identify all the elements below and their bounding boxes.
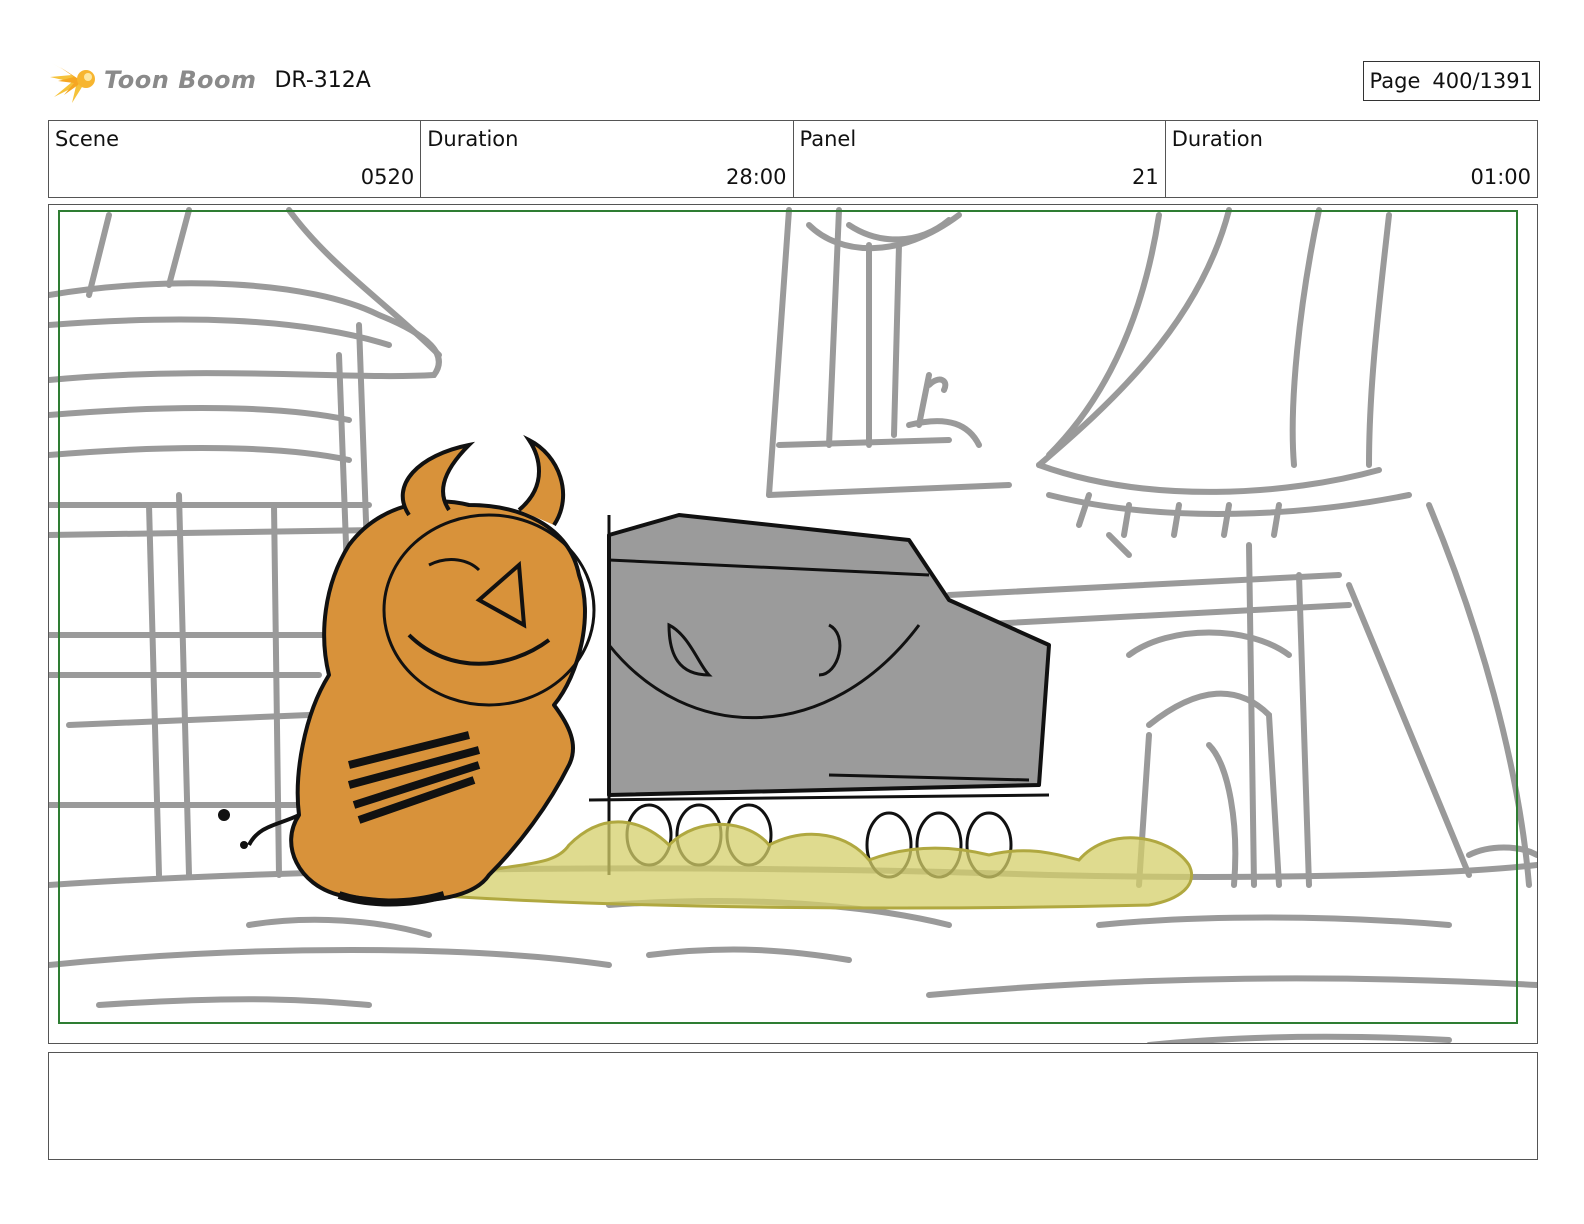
panel-number: 21 (1132, 165, 1159, 189)
panel-duration-cell: Duration 01:00 (1166, 121, 1537, 197)
scene-duration-label: Duration (427, 127, 519, 151)
storyboard-sketch (49, 207, 1537, 1043)
page-label: Page (1369, 69, 1421, 93)
starburst-logo-icon (50, 63, 95, 103)
dust-cloud (424, 820, 1193, 910)
page-indicator: Page 400/1391 (1362, 61, 1540, 101)
panel-cell: Panel 21 (794, 121, 1166, 197)
scene-duration-cell: Duration 28:00 (421, 121, 794, 197)
project-code: DR-312A (274, 67, 371, 93)
toon-boom-logo: Toon Boom DR-312A (50, 55, 371, 105)
notes-area (48, 1052, 1538, 1160)
page-header: Toon Boom DR-312A Page 400/1391 (50, 55, 1540, 105)
storyboard-panel-image (48, 204, 1538, 1044)
scene-cell: Scene 0520 (49, 121, 422, 197)
scene-number: 0520 (360, 165, 415, 189)
logo-text: Toon Boom (104, 66, 257, 94)
panel-label: Panel (799, 127, 857, 151)
page-number: 400/1391 (1432, 69, 1533, 93)
panel-duration-label: Duration (1171, 127, 1263, 151)
scene-label: Scene (55, 127, 120, 151)
panel-info-table: Scene 0520 Duration 28:00 Panel 21 Durat… (48, 120, 1538, 198)
scene-duration-value: 28:00 (725, 165, 787, 189)
panel-duration-value: 01:00 (1470, 165, 1531, 189)
vehicle-sketch (588, 513, 1051, 879)
